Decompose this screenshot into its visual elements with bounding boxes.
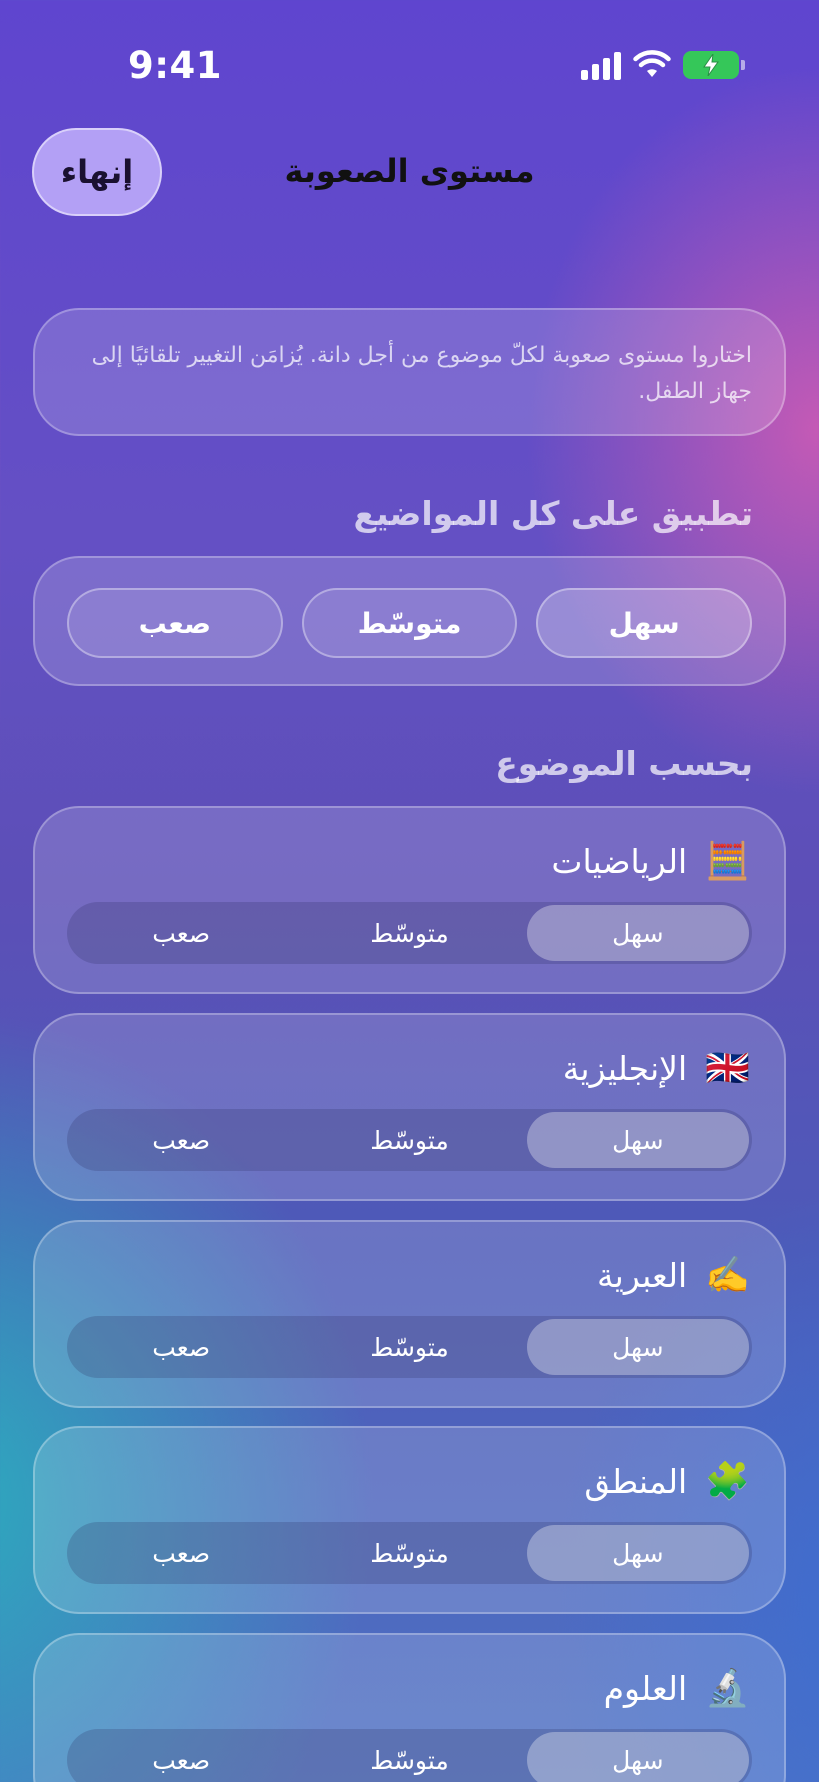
subject-card-logic: 🧩 المنطق سهل متوسّط صعب <box>33 1426 786 1614</box>
difficulty-segmented-control: سهل متوسّط صعب <box>67 1109 752 1171</box>
subject-header: 🇬🇧 الإنجليزية <box>563 1049 750 1088</box>
segment-medium[interactable]: متوسّط <box>298 1319 520 1375</box>
by-subject-title: بحسب الموضوع <box>495 744 753 783</box>
segment-easy[interactable]: سهل <box>526 905 749 961</box>
apply-all-medium-button[interactable]: متوسّط <box>301 588 518 658</box>
info-card: اختاروا مستوى صعوبة لكلّ موضوع من أجل دا… <box>33 308 786 436</box>
wifi-icon <box>633 50 671 77</box>
subject-header: 🧮 الرياضيات <box>551 842 750 881</box>
uk-flag-icon: 🇬🇧 <box>705 1047 750 1089</box>
navigation-bar: إنهاء مستوى الصعوبة <box>0 128 819 216</box>
segment-easy[interactable]: سهل <box>526 1319 749 1375</box>
subject-card-math: 🧮 الرياضيات سهل متوسّط صعب <box>33 806 786 994</box>
segment-medium[interactable]: متوسّط <box>298 905 520 961</box>
apply-all-card: سهل متوسّط صعب <box>33 556 786 686</box>
writing-hand-icon: ✍️ <box>705 1254 750 1296</box>
segment-easy[interactable]: سهل <box>526 1525 749 1581</box>
subject-card-english: 🇬🇧 الإنجليزية سهل متوسّط صعب <box>33 1013 786 1201</box>
difficulty-segmented-control: سهل متوسّط صعب <box>67 902 752 964</box>
status-time: 9:41 <box>128 44 223 87</box>
apply-all-easy-button[interactable]: سهل <box>536 588 752 658</box>
apply-all-hard-button[interactable]: صعب <box>66 588 283 658</box>
battery-charging-icon <box>683 51 745 79</box>
subject-header: 🧩 المنطق <box>584 1462 750 1501</box>
subject-name: العبرية <box>596 1256 688 1295</box>
difficulty-segmented-control: سهل متوسّط صعب <box>67 1522 752 1584</box>
subject-name: العلوم <box>603 1669 688 1708</box>
abacus-icon: 🧮 <box>705 840 750 882</box>
info-text: اختاروا مستوى صعوبة لكلّ موضوع من أجل دا… <box>91 343 752 404</box>
subject-card-hebrew: ✍️ العبرية سهل متوسّط صعب <box>33 1220 786 1408</box>
subject-header: ✍️ العبرية <box>597 1256 750 1295</box>
segment-hard[interactable]: صعب <box>70 1112 292 1168</box>
subject-card-science: 🔬 العلوم سهل متوسّط صعب <box>33 1633 786 1782</box>
segment-hard[interactable]: صعب <box>70 1319 292 1375</box>
status-bar: 9:41 <box>0 0 819 130</box>
page-title: مستوى الصعوبة <box>0 152 819 190</box>
difficulty-segmented-control: سهل متوسّط صعب <box>67 1316 752 1378</box>
subject-name: المنطق <box>584 1462 688 1501</box>
page-title-text: مستوى الصعوبة <box>284 152 535 190</box>
puzzle-piece-icon: 🧩 <box>705 1460 750 1502</box>
segment-hard[interactable]: صعب <box>70 1525 292 1581</box>
subject-header: 🔬 العلوم <box>604 1669 750 1708</box>
segment-medium[interactable]: متوسّط <box>298 1525 520 1581</box>
segment-easy[interactable]: سهل <box>526 1732 749 1782</box>
cellular-signal-icon <box>581 50 621 80</box>
segment-hard[interactable]: صعب <box>70 1732 292 1782</box>
subject-name: الرياضيات <box>551 842 688 881</box>
apply-all-title: تطبيق على كل المواضيع <box>353 494 753 533</box>
subject-name: الإنجليزية <box>562 1049 688 1088</box>
apply-all-options: سهل متوسّط صعب <box>66 588 752 658</box>
segment-easy[interactable]: سهل <box>526 1112 749 1168</box>
segment-medium[interactable]: متوسّط <box>298 1732 520 1782</box>
microscope-icon: 🔬 <box>705 1667 750 1709</box>
status-icons <box>581 50 745 80</box>
segment-hard[interactable]: صعب <box>70 905 292 961</box>
segment-medium[interactable]: متوسّط <box>298 1112 520 1168</box>
difficulty-segmented-control: سهل متوسّط صعب <box>67 1729 752 1782</box>
